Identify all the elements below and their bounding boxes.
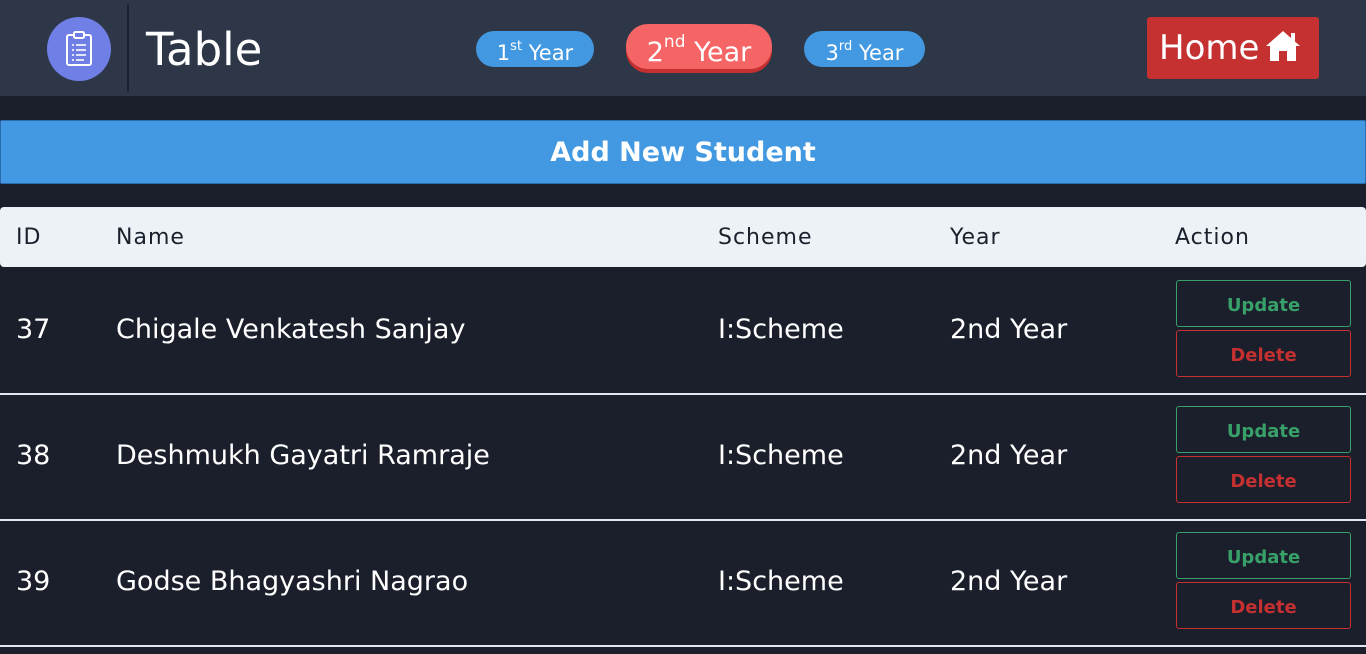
tab-2nd-year-word: Year [694, 37, 752, 68]
cell-year: 2nd Year [950, 566, 1068, 597]
cell-id: 37 [16, 314, 51, 345]
tab-3rd-year-word: Year [858, 41, 904, 65]
table-row: 38 Deshmukh Gayatri Ramraje I:Scheme 2nd… [0, 393, 1366, 521]
home-button[interactable]: Home [1147, 17, 1319, 79]
tab-2nd-year[interactable]: 2nd Year [626, 24, 772, 69]
table-header: ID Name Scheme Year Action [0, 207, 1366, 267]
column-header-scheme: Scheme [718, 225, 813, 250]
tab-1st-year-suffix: st [510, 39, 523, 54]
cell-scheme: I:Scheme [718, 566, 844, 597]
cell-scheme: I:Scheme [718, 314, 844, 345]
top-navbar: Table 1st Year 2nd Year 3rd Year Home [0, 0, 1366, 96]
cell-id: 39 [16, 566, 51, 597]
cell-year: 2nd Year [950, 440, 1068, 471]
delete-button[interactable]: Delete [1176, 456, 1351, 503]
tab-2nd-year-num: 2 [646, 37, 664, 68]
home-icon [1266, 31, 1300, 61]
tab-1st-year-num: 1 [496, 41, 511, 65]
tab-1st-year-word: Year [528, 41, 574, 65]
page-title: Table [146, 23, 263, 76]
column-header-name: Name [116, 225, 185, 250]
tab-3rd-year-suffix: rd [838, 39, 853, 54]
cell-name: Chigale Venkatesh Sanjay [116, 314, 466, 345]
column-header-year: Year [950, 225, 1001, 250]
tab-2nd-year-suffix: nd [663, 32, 686, 52]
cell-year: 2nd Year [950, 314, 1068, 345]
delete-button[interactable]: Delete [1176, 330, 1351, 377]
cell-id: 38 [16, 440, 51, 471]
logo[interactable] [47, 17, 111, 81]
clipboard-icon [66, 31, 92, 66]
update-button[interactable]: Update [1176, 280, 1351, 327]
tab-1st-year[interactable]: 1st Year [476, 31, 594, 67]
cell-scheme: I:Scheme [718, 440, 844, 471]
cell-name: Deshmukh Gayatri Ramraje [116, 440, 490, 471]
update-button[interactable]: Update [1176, 532, 1351, 579]
cell-name: Godse Bhagyashri Nagrao [116, 566, 469, 597]
brand-divider [127, 4, 129, 92]
table-row: 37 Chigale Venkatesh Sanjay I:Scheme 2nd… [0, 267, 1366, 395]
delete-button[interactable]: Delete [1176, 582, 1351, 629]
column-header-action: Action [1175, 225, 1250, 250]
home-button-label: Home [1159, 28, 1260, 68]
tab-3rd-year-num: 3 [825, 41, 839, 65]
update-button[interactable]: Update [1176, 406, 1351, 453]
add-new-student-button[interactable]: Add New Student [0, 120, 1366, 184]
tab-3rd-year[interactable]: 3rd Year [804, 31, 925, 67]
column-header-id: ID [16, 225, 42, 250]
table-row: 39 Godse Bhagyashri Nagrao I:Scheme 2nd … [0, 519, 1366, 647]
